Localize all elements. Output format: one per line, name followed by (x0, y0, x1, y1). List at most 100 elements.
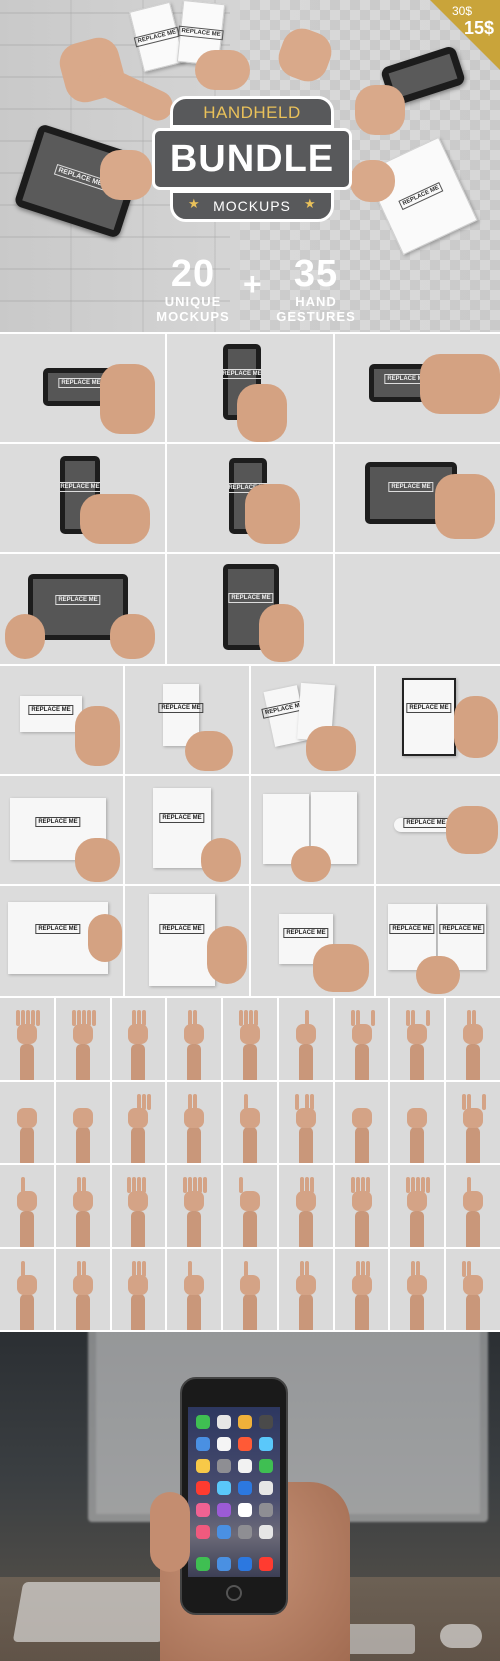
hand (306, 726, 356, 771)
gesture-palm (72, 1191, 93, 1211)
hand (110, 614, 155, 659)
gesture-finger (370, 1010, 375, 1026)
gesture-palm (463, 1024, 484, 1044)
phone-in-hand-photo (0, 1332, 500, 1661)
app-icon[interactable] (259, 1503, 273, 1517)
gesture-palm (295, 1191, 316, 1211)
gesture-finger (365, 1260, 370, 1277)
gesture-cell (390, 1248, 445, 1330)
app-icon[interactable] (238, 1459, 252, 1473)
gesture-arm (19, 1294, 34, 1330)
app-icon[interactable] (196, 1525, 210, 1539)
gesture-palm (16, 1191, 37, 1211)
replace-me-label: REPLACE ME (35, 924, 81, 935)
gesture-arm (19, 1127, 34, 1163)
gesture-arm (75, 1127, 90, 1163)
gesture-finger (472, 1010, 477, 1026)
gesture-arm (298, 1127, 313, 1163)
gesture-arm (19, 1043, 34, 1080)
app-icon[interactable] (196, 1459, 210, 1473)
app-icon[interactable] (217, 1503, 231, 1517)
device-screen (33, 579, 123, 635)
gesture-finger (360, 1177, 365, 1193)
hand-holding-box (350, 160, 395, 202)
gesture-arm (410, 1127, 425, 1163)
replace-me-label: REPLACE ME (133, 26, 181, 48)
app-icon[interactable] (259, 1525, 273, 1539)
gesture-finger (15, 1010, 20, 1026)
gesture-finger (304, 1010, 309, 1026)
gesture-cell (111, 1248, 166, 1330)
replace-me-label: REPLACE ME (403, 818, 449, 829)
app-icon[interactable] (259, 1437, 273, 1451)
gesture-finger (406, 1010, 411, 1026)
app-icon[interactable] (259, 1481, 273, 1495)
app-icon[interactable] (217, 1459, 231, 1473)
dock-app-icon[interactable] (217, 1557, 231, 1571)
gesture-finger (20, 1010, 25, 1026)
gesture-finger (147, 1093, 152, 1110)
hand-holding-cards (195, 50, 250, 90)
app-icon[interactable] (217, 1525, 231, 1539)
phone-home-screen (188, 1407, 280, 1577)
app-icon[interactable] (217, 1481, 231, 1495)
gesture-arm (75, 1210, 90, 1247)
gesture-finger (421, 1177, 426, 1193)
gesture-finger (193, 1093, 198, 1110)
gesture-cell (446, 1165, 500, 1247)
gesture-finger (248, 1010, 253, 1026)
gesture-finger (137, 1010, 142, 1026)
gesture-finger (462, 1260, 467, 1277)
app-icon[interactable] (196, 1481, 210, 1495)
replace-me-label: REPLACE ME (159, 923, 205, 934)
gesture-palm (407, 1274, 428, 1295)
mockup-tablet-portrait: REPLACE ME (167, 554, 333, 664)
replace-me-label: REPLACE ME (398, 181, 444, 211)
app-icon[interactable] (238, 1415, 252, 1429)
gesture-arm (75, 1043, 90, 1080)
gesture-finger (20, 1177, 25, 1193)
app-icon[interactable] (238, 1481, 252, 1495)
gesture-finger (137, 1093, 142, 1110)
gesture-finger (132, 1177, 137, 1193)
gesture-finger (299, 1260, 304, 1277)
gesture-finger (482, 1093, 487, 1110)
gesture-palm (463, 1274, 484, 1295)
gesture-finger (243, 1010, 248, 1026)
hand (237, 384, 287, 442)
gesture-finger (304, 1260, 309, 1277)
app-icon[interactable] (238, 1437, 252, 1451)
gesture-arm (187, 1043, 202, 1080)
dock-app-icon[interactable] (259, 1557, 273, 1571)
app-icon[interactable] (259, 1415, 273, 1429)
hand (80, 494, 150, 544)
app-icon[interactable] (196, 1437, 210, 1451)
app-icon[interactable] (259, 1459, 273, 1473)
gesture-finger (411, 1010, 416, 1026)
gesture-arm (410, 1043, 425, 1080)
gesture-finger (350, 1010, 355, 1026)
gesture-cell (223, 998, 277, 1080)
gesture-palm (184, 1024, 205, 1044)
app-icon[interactable] (238, 1525, 252, 1539)
gesture-cell (390, 1081, 445, 1163)
gesture-cell (0, 1248, 54, 1330)
gesture-arm (354, 1043, 369, 1080)
app-icon[interactable] (238, 1503, 252, 1517)
dock-app-icon[interactable] (196, 1557, 210, 1571)
gesture-finger (188, 1010, 193, 1026)
app-icon[interactable] (196, 1415, 210, 1429)
replace-me-label: REPLACE ME (177, 25, 225, 41)
app-icon[interactable] (196, 1503, 210, 1517)
app-icon[interactable] (217, 1415, 231, 1429)
dock-app-icon[interactable] (238, 1557, 252, 1571)
hand (259, 604, 304, 662)
replace-me-label: REPLACE ME (219, 369, 265, 380)
paper-card: REPLACE ME (20, 696, 82, 732)
gesture-finger (416, 1260, 421, 1277)
gesture-palm (351, 1274, 372, 1295)
gesture-cell (111, 998, 166, 1080)
app-icon[interactable] (217, 1437, 231, 1451)
gesture-cell (334, 1081, 389, 1163)
gesture-finger (25, 1010, 30, 1026)
